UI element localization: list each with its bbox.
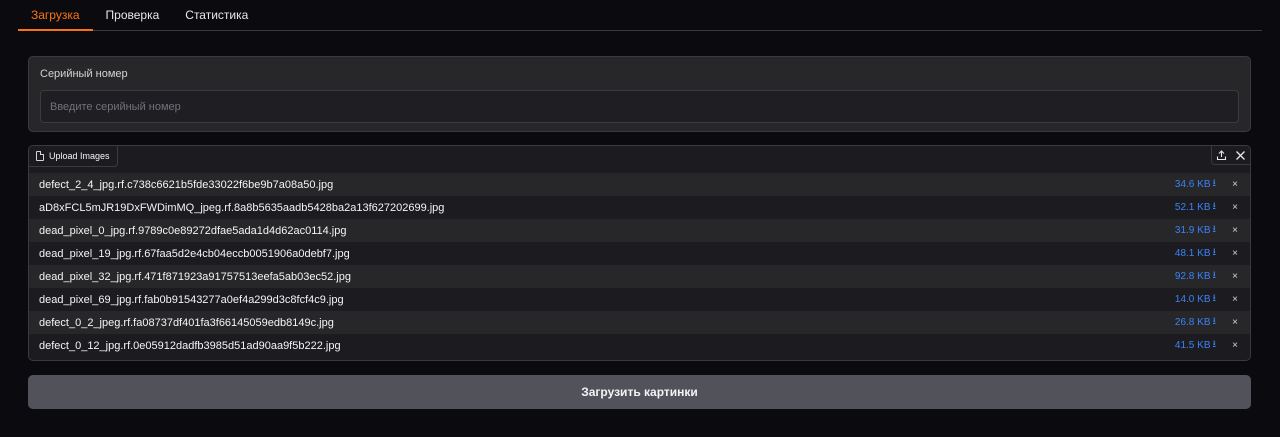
download-icon: ⭳ (1212, 178, 1217, 189)
file-name: dead_pixel_32_jpg.rf.471f871923a91757513… (39, 270, 351, 283)
file-row: aD8xFCL5mJR19DxFWDimMQ_jpeg.rf.8a8b5635a… (29, 196, 1250, 219)
file-name: dead_pixel_19_jpg.rf.67faa5d2e4cb04eccb0… (39, 247, 350, 260)
file-size-download-link[interactable]: 31.9 KB ⭳ (1175, 222, 1216, 239)
file-icon (36, 151, 44, 161)
file-size: 52.1 KB (1174, 202, 1211, 213)
remove-file-button[interactable]: × (1230, 248, 1240, 259)
download-icon: ⭳ (1212, 224, 1217, 235)
file-row: defect_2_4_jpg.rf.c738c6621b5fde33022f6b… (29, 173, 1250, 196)
file-size-download-link[interactable]: 26.8 KB ⭳ (1175, 314, 1216, 331)
remove-file-button[interactable]: × (1230, 294, 1240, 305)
upload-images-tag: Upload Images (29, 146, 118, 167)
file-row: dead_pixel_69_jpg.rf.fab0b91543277a0ef4a… (29, 288, 1250, 311)
remove-file-button[interactable]: × (1230, 225, 1240, 236)
file-size: 41.5 KB (1174, 340, 1211, 351)
tab-bar: Загрузка Проверка Статистика (18, 0, 1262, 31)
file-name: defect_2_4_jpg.rf.c738c6621b5fde33022f6b… (39, 178, 334, 191)
file-name: dead_pixel_0_jpg.rf.9789c0e89272dfae5ada… (39, 224, 347, 237)
file-size-download-link[interactable]: 48.1 KB ⭳ (1175, 245, 1216, 262)
serial-number-input[interactable] (40, 90, 1239, 123)
remove-file-button[interactable]: × (1230, 340, 1240, 351)
remove-file-button[interactable]: × (1230, 202, 1240, 213)
upload-images-label: Upload Images (49, 151, 110, 161)
file-name: dead_pixel_69_jpg.rf.fab0b91543277a0ef4a… (39, 293, 344, 306)
upload-images-button[interactable]: Загрузить картинки (28, 375, 1251, 409)
file-row: dead_pixel_0_jpg.rf.9789c0e89272dfae5ada… (29, 219, 1250, 242)
file-size-download-link[interactable]: 34.6 KB ⭳ (1175, 176, 1216, 193)
download-icon: ⭳ (1212, 270, 1217, 281)
close-icon (1236, 151, 1245, 160)
file-size: 26.8 KB (1174, 317, 1211, 328)
file-row: dead_pixel_32_jpg.rf.471f871923a91757513… (29, 265, 1250, 288)
tab-statistics[interactable]: Статистика (172, 0, 261, 30)
file-size-download-link[interactable]: 14.0 KB ⭳ (1175, 291, 1216, 308)
remove-file-button[interactable]: × (1230, 179, 1240, 190)
file-size: 34.6 KB (1174, 179, 1211, 190)
file-size: 92.8 KB (1174, 271, 1211, 282)
file-row: dead_pixel_19_jpg.rf.67faa5d2e4cb04eccb0… (29, 242, 1250, 265)
upload-button[interactable] (1212, 146, 1231, 165)
panel-actions (1211, 146, 1250, 165)
upload-images-panel: Upload Images defect_2_4_jpg.rf.c738c662… (28, 145, 1251, 361)
file-size: 48.1 KB (1174, 248, 1211, 259)
clear-button[interactable] (1231, 146, 1250, 165)
upload-icon (1216, 150, 1227, 161)
file-size-download-link[interactable]: 92.8 KB ⭳ (1175, 268, 1216, 285)
file-name: defect_0_2_jpeg.rf.fa08737df401fa3f66145… (39, 316, 334, 329)
file-size: 14.0 KB (1174, 294, 1211, 305)
remove-file-button[interactable]: × (1230, 271, 1240, 282)
tab-upload[interactable]: Загрузка (18, 0, 93, 31)
remove-file-button[interactable]: × (1230, 317, 1240, 328)
file-list: defect_2_4_jpg.rf.c738c6621b5fde33022f6b… (29, 173, 1250, 357)
file-row: defect_0_2_jpeg.rf.fa08737df401fa3f66145… (29, 311, 1250, 334)
serial-number-label: Серийный номер (40, 68, 128, 80)
download-icon: ⭳ (1212, 293, 1217, 304)
file-name: defect_0_12_jpg.rf.0e05912dadfb3985d51ad… (39, 339, 341, 352)
tab-check[interactable]: Проверка (93, 0, 173, 30)
serial-number-panel: Серийный номер (28, 56, 1251, 132)
download-icon: ⭳ (1212, 201, 1217, 212)
download-icon: ⭳ (1212, 316, 1217, 327)
file-name: aD8xFCL5mJR19DxFWDimMQ_jpeg.rf.8a8b5635a… (39, 201, 445, 214)
file-row: defect_0_12_jpg.rf.0e05912dadfb3985d51ad… (29, 334, 1250, 357)
file-size: 31.9 KB (1174, 225, 1211, 236)
file-size-download-link[interactable]: 52.1 KB ⭳ (1175, 199, 1216, 216)
download-icon: ⭳ (1212, 247, 1217, 258)
download-icon: ⭳ (1212, 339, 1217, 350)
file-size-download-link[interactable]: 41.5 KB ⭳ (1175, 337, 1216, 354)
